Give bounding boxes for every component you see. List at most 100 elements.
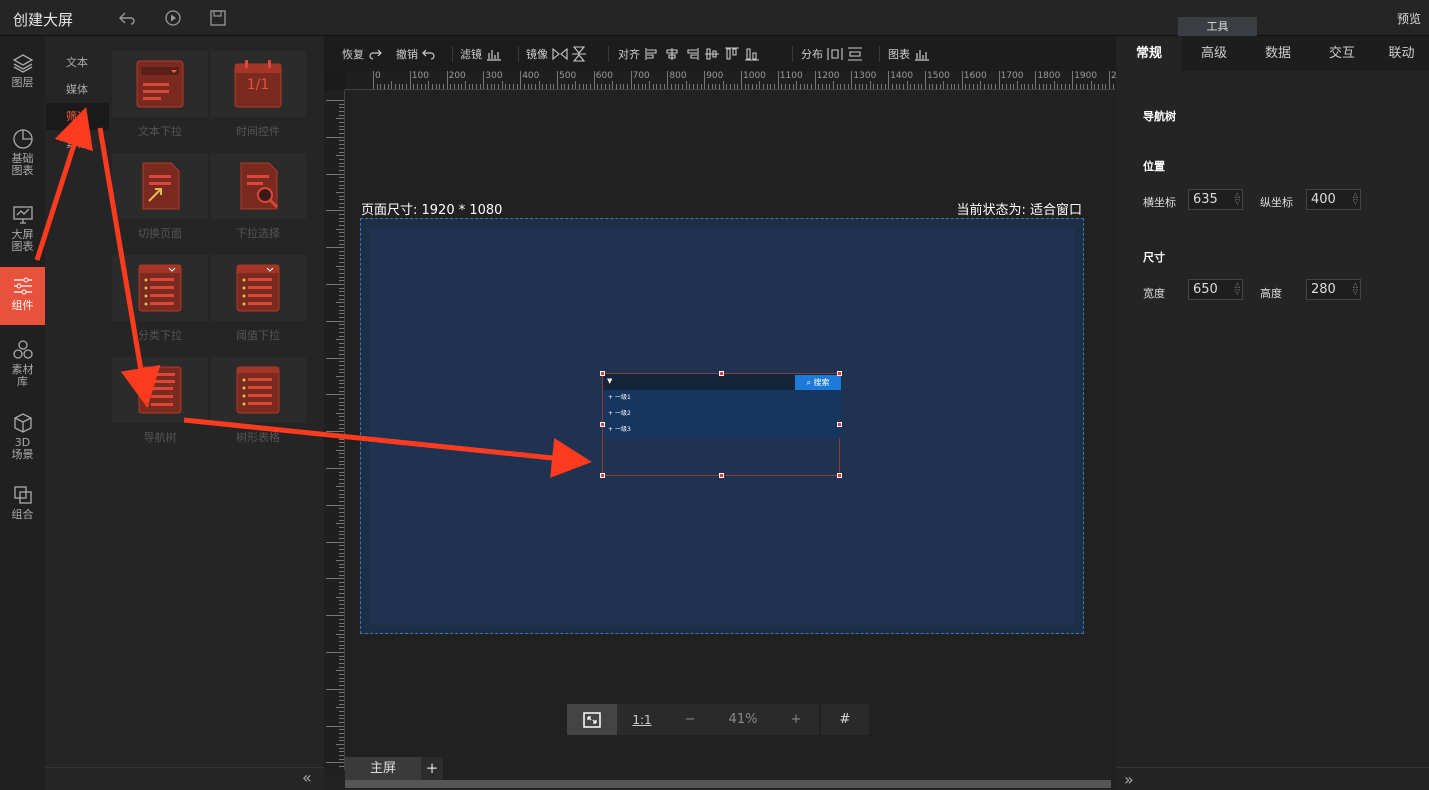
- tab-general[interactable]: 常规: [1116, 36, 1182, 71]
- zoom-out-button[interactable]: −: [667, 704, 713, 735]
- resize-handle[interactable]: [837, 371, 842, 376]
- nav-item-basic-charts[interactable]: 基础图表: [0, 128, 45, 188]
- fit-window-button[interactable]: [567, 704, 617, 735]
- category-text[interactable]: 文本: [46, 49, 109, 76]
- grid-toggle-button[interactable]: #: [821, 704, 869, 735]
- redo-button[interactable]: 恢复: [342, 46, 382, 62]
- ruler-tick: [339, 758, 344, 760]
- align-middle-icon: [705, 48, 719, 60]
- ruler-tick: [538, 81, 540, 89]
- ruler-tick: [1079, 84, 1081, 89]
- ruler-tick: [326, 284, 344, 285]
- resize-handle[interactable]: [719, 371, 724, 376]
- x-input[interactable]: 635 △ ▽: [1188, 189, 1243, 210]
- resize-handle[interactable]: [837, 473, 842, 478]
- tree-search-button[interactable]: ⌕ 搜索: [795, 375, 841, 390]
- tab-interaction[interactable]: 交互: [1310, 36, 1374, 71]
- ruler-tick: [1013, 84, 1015, 89]
- align-button[interactable]: 对齐: [618, 46, 760, 62]
- ruler-tick: [339, 317, 344, 319]
- ruler-tick: [788, 84, 790, 89]
- layers-icon: [12, 54, 33, 73]
- mirror-vertical-icon: [572, 46, 586, 62]
- collapse-left-icon[interactable]: «: [302, 768, 312, 787]
- add-screen-button[interactable]: +: [421, 757, 443, 780]
- nav-item-assets[interactable]: 素材库: [0, 339, 45, 399]
- tab-linkage[interactable]: 联动: [1374, 36, 1429, 71]
- properties-panel: 常规 高级 数据 交互 联动 导航树 位置 横坐标 635 △ ▽ 纵坐标 400 △…: [1116, 36, 1429, 790]
- collapse-right-icon[interactable]: »: [1124, 770, 1134, 789]
- ruler-tick: [339, 622, 344, 624]
- ruler-tick: [1097, 84, 1099, 89]
- ruler-tick: [891, 84, 893, 89]
- tree-node[interactable]: + 一级2: [603, 406, 841, 422]
- category-filter[interactable]: 筛选: [46, 103, 109, 130]
- ruler-tick: [339, 295, 344, 297]
- category-other[interactable]: 其他: [46, 130, 109, 157]
- ruler-tick: [582, 84, 584, 89]
- ruler-tick: [339, 714, 344, 716]
- save-icon[interactable]: [209, 9, 227, 27]
- tree-node[interactable]: + 一级3: [603, 422, 841, 438]
- ruler-tick: [895, 84, 897, 89]
- spinner-icon[interactable]: △ ▽: [1353, 282, 1358, 296]
- mirror-button[interactable]: 镜像: [526, 46, 586, 62]
- ruler-tick: [671, 84, 673, 89]
- nav-tree-widget[interactable]: ▼ ⌕ 搜索 + 一级1 + 一级2 + 一级3: [600, 371, 842, 478]
- component-switch-page[interactable]: 切换页面: [112, 153, 208, 241]
- nav-item-3d-scene[interactable]: 3D场景: [0, 412, 45, 470]
- caret-down-icon[interactable]: ▼: [607, 377, 612, 385]
- nav-item-components[interactable]: 组件: [0, 267, 45, 325]
- ruler-tick: [326, 210, 344, 212]
- resize-handle[interactable]: [600, 371, 605, 376]
- tree-node[interactable]: + 一级1: [603, 390, 841, 406]
- ruler-tick: [413, 84, 415, 89]
- tool-tab[interactable]: 工具: [1178, 17, 1257, 36]
- resize-handle[interactable]: [600, 473, 605, 478]
- component-time-control[interactable]: 1/1 时间控件: [210, 51, 306, 139]
- component-text-dropdown[interactable]: 文本下拉: [112, 51, 208, 139]
- resize-handle[interactable]: [719, 473, 724, 478]
- play-icon[interactable]: [164, 9, 182, 27]
- category-media[interactable]: 媒体: [46, 76, 109, 103]
- undo-button[interactable]: 撤销: [396, 46, 436, 62]
- ruler-tick: [339, 203, 344, 205]
- resize-handle[interactable]: [837, 422, 842, 427]
- nav-item-screen-charts[interactable]: 大屏图表: [0, 204, 45, 264]
- ruler-tick: [880, 84, 882, 89]
- component-category-dropdown[interactable]: 分类下拉: [112, 255, 208, 343]
- ruler-tick: [608, 84, 610, 89]
- zoom-in-button[interactable]: +: [773, 704, 819, 735]
- undo-icon[interactable]: [118, 9, 136, 27]
- filter-button[interactable]: 滤镜: [460, 46, 502, 62]
- resize-handle[interactable]: [600, 422, 605, 427]
- tab-advanced[interactable]: 高级: [1182, 36, 1246, 71]
- ruler-tick: [682, 84, 684, 89]
- chart-button[interactable]: 图表: [888, 46, 930, 62]
- tab-data[interactable]: 数据: [1246, 36, 1310, 71]
- preview-button[interactable]: 预览: [1397, 10, 1421, 27]
- horizontal-scrollbar[interactable]: [345, 780, 1111, 788]
- actual-size-button[interactable]: 1:1: [617, 704, 667, 735]
- component-threshold-dropdown[interactable]: 阈值下拉: [210, 255, 306, 343]
- spinner-icon[interactable]: △ ▽: [1353, 192, 1358, 206]
- spinner-icon[interactable]: △ ▽: [1235, 282, 1240, 296]
- tab-main-screen[interactable]: 主屏: [345, 757, 421, 780]
- ruler-tick: [339, 368, 344, 370]
- distribute-button[interactable]: 分布: [801, 46, 863, 62]
- undo-icon: [422, 49, 435, 60]
- width-input[interactable]: 650 △ ▽: [1188, 279, 1243, 300]
- ruler-tick: [1075, 84, 1077, 89]
- component-nav-tree[interactable]: 导航树: [112, 357, 208, 445]
- ruler-tick: [398, 84, 400, 89]
- y-input[interactable]: 400 △ ▽: [1306, 189, 1361, 210]
- nav-item-group[interactable]: 组合: [0, 484, 45, 530]
- spinner-icon[interactable]: △ ▽: [1235, 192, 1240, 206]
- component-tree-table[interactable]: 树形表格: [210, 357, 306, 445]
- screen-stage[interactable]: ▼ ⌕ 搜索 + 一级1 + 一级2 + 一级3: [360, 218, 1084, 634]
- ruler-tick: [494, 84, 496, 89]
- height-input[interactable]: 280 △ ▽: [1306, 279, 1361, 300]
- nav-item-layers[interactable]: 图层: [0, 52, 45, 102]
- component-dropdown-select[interactable]: 下拉选择: [210, 153, 306, 241]
- ruler-tick: [339, 674, 344, 676]
